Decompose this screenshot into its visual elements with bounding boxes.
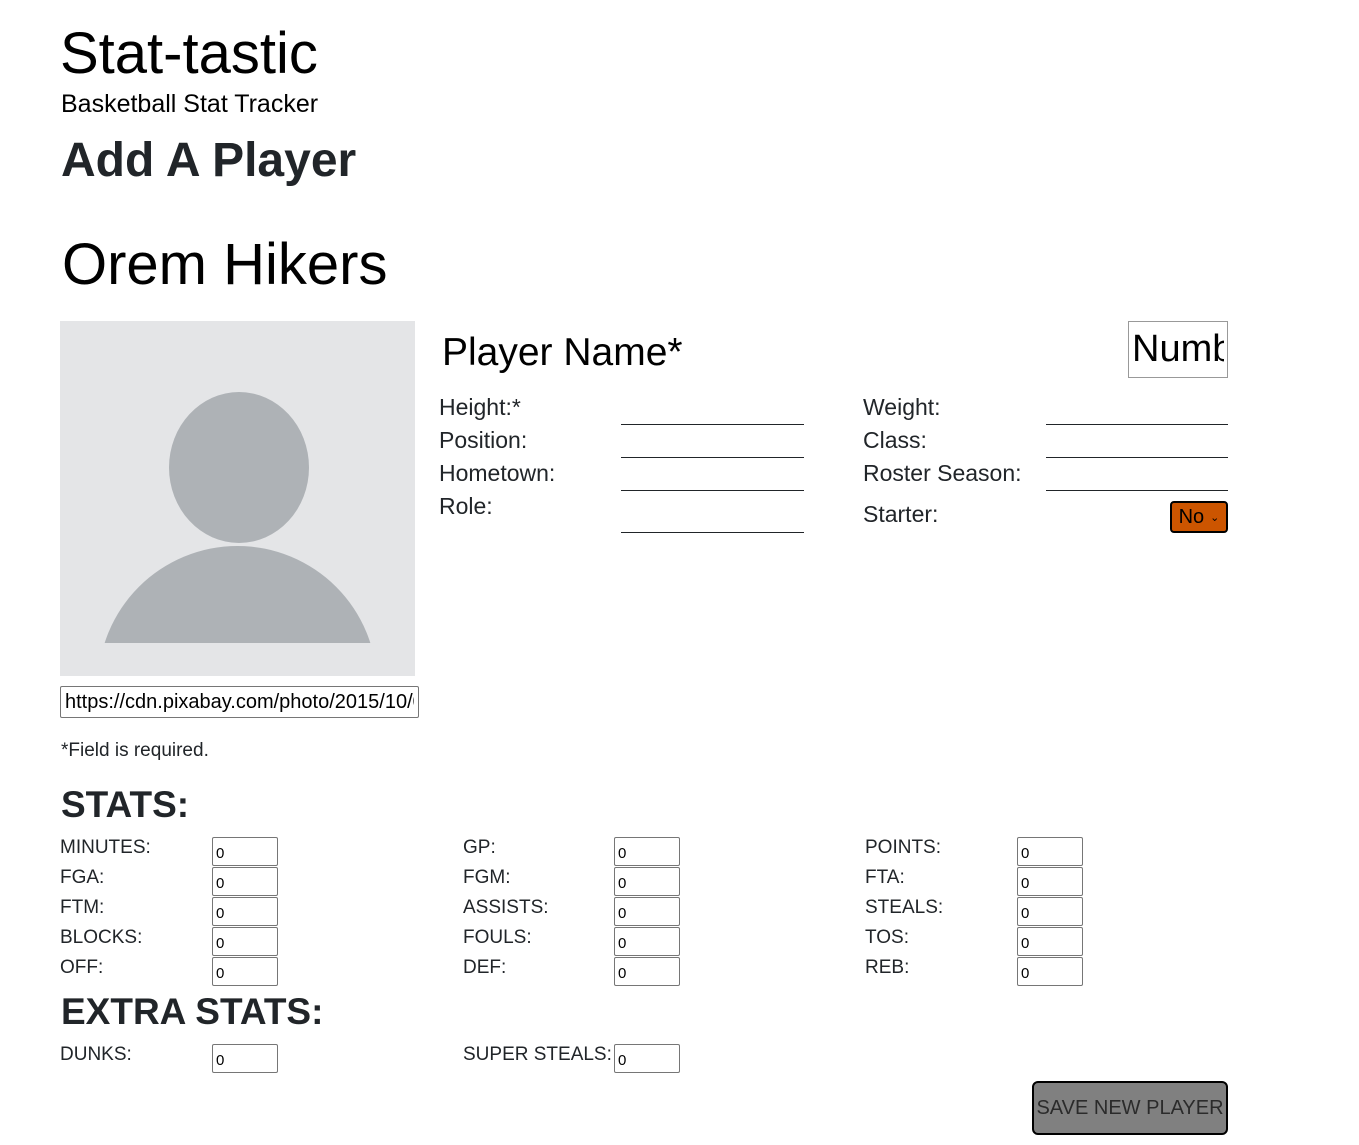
- role-input[interactable]: [621, 505, 804, 533]
- position-input[interactable]: [621, 430, 804, 458]
- role-label: Role:: [439, 493, 493, 519]
- player-photo: [60, 321, 415, 676]
- starter-label: Starter:: [863, 501, 939, 527]
- stat-input-tos[interactable]: [1017, 927, 1083, 956]
- stat-input-steals[interactable]: [1017, 897, 1083, 926]
- required-note: *Field is required.: [61, 740, 209, 761]
- weight-input[interactable]: [1046, 397, 1228, 425]
- stat-label: FTM:: [60, 897, 105, 918]
- stat-input-off[interactable]: [212, 957, 278, 986]
- stat-label: OFF:: [60, 957, 104, 978]
- roster-season-input[interactable]: [1046, 463, 1228, 491]
- stat-input-assists[interactable]: [614, 897, 680, 926]
- stat-label: TOS:: [865, 927, 909, 948]
- roster-season-label: Roster Season:: [863, 460, 1022, 486]
- starter-select-value: No: [1178, 505, 1205, 528]
- stat-label: FGM:: [463, 867, 511, 888]
- stat-input-def[interactable]: [614, 957, 680, 986]
- save-player-button[interactable]: SAVE NEW PLAYER: [1032, 1081, 1228, 1135]
- stat-label: FTA:: [865, 867, 905, 888]
- stat-input-minutes[interactable]: [212, 837, 278, 866]
- stat-label: ASSISTS:: [463, 897, 549, 918]
- position-label: Position:: [439, 427, 528, 453]
- stat-input-fta[interactable]: [1017, 867, 1083, 896]
- starter-select[interactable]: No ⌄: [1170, 501, 1228, 533]
- height-label: Height:*: [439, 394, 521, 420]
- stat-label: DEF:: [463, 957, 507, 978]
- stat-input-gp[interactable]: [614, 837, 680, 866]
- extra-stats-heading: EXTRA STATS:: [61, 991, 324, 1032]
- chevron-down-icon: ⌄: [1210, 511, 1220, 524]
- photo-url-input[interactable]: [60, 686, 419, 718]
- app-subtitle: Basketball Stat Tracker: [61, 90, 319, 118]
- stat-input-ftm[interactable]: [212, 897, 278, 926]
- stat-label: FGA:: [60, 867, 105, 888]
- height-input[interactable]: [621, 397, 804, 425]
- team-name: Orem Hikers: [62, 232, 388, 297]
- stat-label: GP:: [463, 837, 496, 858]
- stat-input-fouls[interactable]: [614, 927, 680, 956]
- player-number-input[interactable]: [1128, 321, 1228, 378]
- page-heading: Add A Player: [61, 134, 357, 187]
- stats-heading: STATS:: [61, 784, 190, 825]
- class-label: Class:: [863, 427, 927, 453]
- stat-label: DUNKS:: [60, 1044, 132, 1065]
- stat-label: REB:: [865, 957, 910, 978]
- stat-label: BLOCKS:: [60, 927, 143, 948]
- stat-label: STEALS:: [865, 897, 944, 918]
- player-name-input[interactable]: [440, 327, 920, 379]
- hometown-label: Hometown:: [439, 460, 556, 486]
- stat-input-fgm[interactable]: [614, 867, 680, 896]
- class-input[interactable]: [1046, 430, 1228, 458]
- avatar-head: [169, 392, 309, 543]
- stat-input-reb[interactable]: [1017, 957, 1083, 986]
- stat-label: MINUTES:: [60, 837, 151, 858]
- weight-label: Weight:: [863, 394, 941, 420]
- stat-input-dunks[interactable]: [212, 1044, 278, 1073]
- stat-label: SUPER STEALS:: [463, 1044, 612, 1065]
- stat-input-points[interactable]: [1017, 837, 1083, 866]
- app-title: Stat-tastic: [60, 21, 318, 86]
- hometown-input[interactable]: [621, 463, 804, 491]
- stat-input-super-steals[interactable]: [614, 1044, 680, 1073]
- stat-input-fga[interactable]: [212, 867, 278, 896]
- stat-label: FOULS:: [463, 927, 532, 948]
- stat-input-blocks[interactable]: [212, 927, 278, 956]
- avatar-base: [60, 643, 415, 676]
- stat-label: POINTS:: [865, 837, 942, 858]
